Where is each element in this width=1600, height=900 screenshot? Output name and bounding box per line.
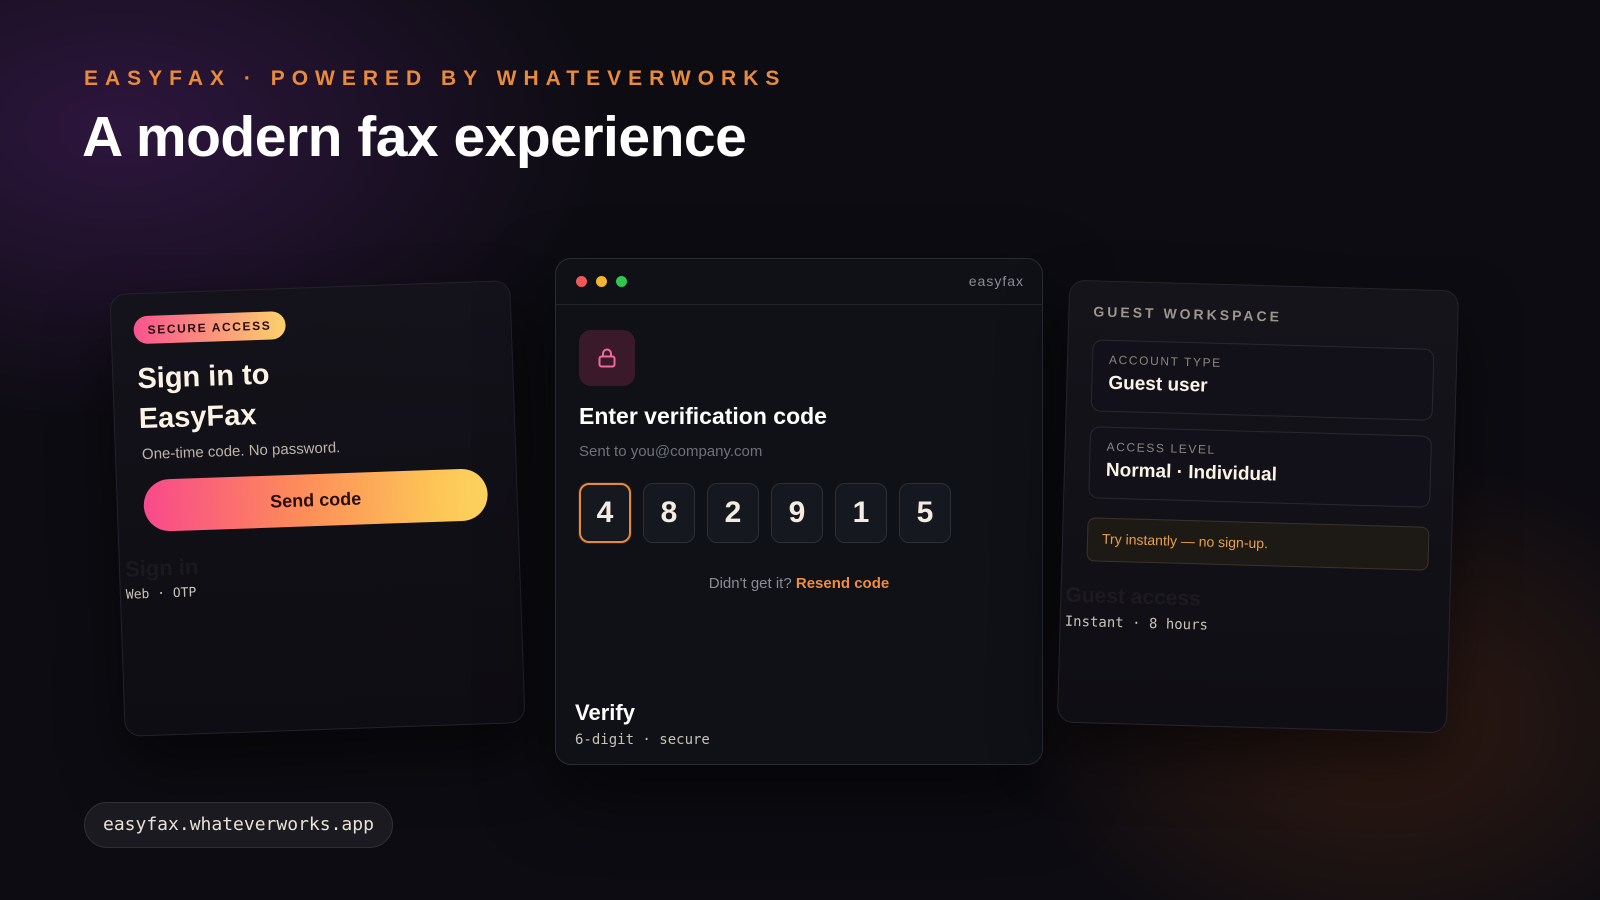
otp-digit-input[interactable]: 8 xyxy=(643,483,695,543)
signin-title: Sign in to EasyFax xyxy=(136,358,270,436)
verify-caption-meta: 6-digit · secure xyxy=(575,732,710,748)
account-type-field: ACCOUNT TYPE Guest user xyxy=(1090,339,1435,421)
otp-digit-input[interactable]: 2 xyxy=(707,483,759,543)
account-type-value: Guest user xyxy=(1108,372,1208,397)
access-level-field: ACCESS LEVEL Normal · Individual xyxy=(1088,426,1433,508)
resend-line: Didn't get it? Resend code xyxy=(556,575,1042,592)
signin-caption-title: Sign in xyxy=(124,554,199,582)
minimize-window-button[interactable] xyxy=(596,276,607,287)
close-window-button[interactable] xyxy=(576,276,587,287)
signin-subtitle: One-time code. No password. xyxy=(141,439,341,464)
otp-input-group: 4 8 2 9 1 5 xyxy=(579,483,951,543)
resend-prompt: Didn't get it? xyxy=(708,575,792,592)
guest-workspace-label: GUEST WORKSPACE xyxy=(1093,303,1283,325)
lock-icon-tile xyxy=(579,330,635,386)
secure-access-badge: SECURE ACCESS xyxy=(133,311,286,345)
account-type-label: ACCOUNT TYPE xyxy=(1108,352,1222,370)
verify-caption-title: Verify xyxy=(575,700,635,725)
maximize-window-button[interactable] xyxy=(616,276,627,287)
eyebrow-text: EASYFAX · POWERED BY WHATEVERWORKS xyxy=(84,67,787,90)
send-code-button[interactable]: Send code xyxy=(142,468,489,533)
otp-digit-input[interactable]: 1 xyxy=(835,483,887,543)
otp-digit-input[interactable]: 9 xyxy=(771,483,823,543)
signin-card: SECURE ACCESS Sign in to EasyFax One-tim… xyxy=(109,280,526,737)
window-title: easyfax xyxy=(968,273,1024,289)
lock-icon xyxy=(598,348,616,368)
verification-subtitle: Sent to you@company.com xyxy=(579,443,763,460)
otp-digit-input[interactable]: 4 xyxy=(579,483,631,543)
access-level-label: ACCESS LEVEL xyxy=(1106,439,1217,457)
guest-workspace-card: GUEST WORKSPACE ACCOUNT TYPE Guest user … xyxy=(1056,279,1460,734)
verification-title: Enter verification code xyxy=(579,403,827,429)
page-title: A modern fax experience xyxy=(82,105,747,169)
url-pill[interactable]: easyfax.whateverworks.app xyxy=(84,802,393,848)
window-titlebar: easyfax xyxy=(556,259,1042,305)
otp-digit-input[interactable]: 5 xyxy=(899,483,951,543)
access-level-value: Normal · Individual xyxy=(1105,459,1278,486)
verification-window: easyfax Enter verification code Sent to … xyxy=(555,258,1043,765)
resend-code-link[interactable]: Resend code xyxy=(796,575,889,592)
guest-caption-title: Guest access xyxy=(1065,583,1202,611)
signin-caption-meta: Web · OTP xyxy=(125,585,197,603)
try-instantly-note: Try instantly — no sign-up. xyxy=(1086,517,1430,571)
guest-caption-meta: Instant · 8 hours xyxy=(1064,613,1209,634)
